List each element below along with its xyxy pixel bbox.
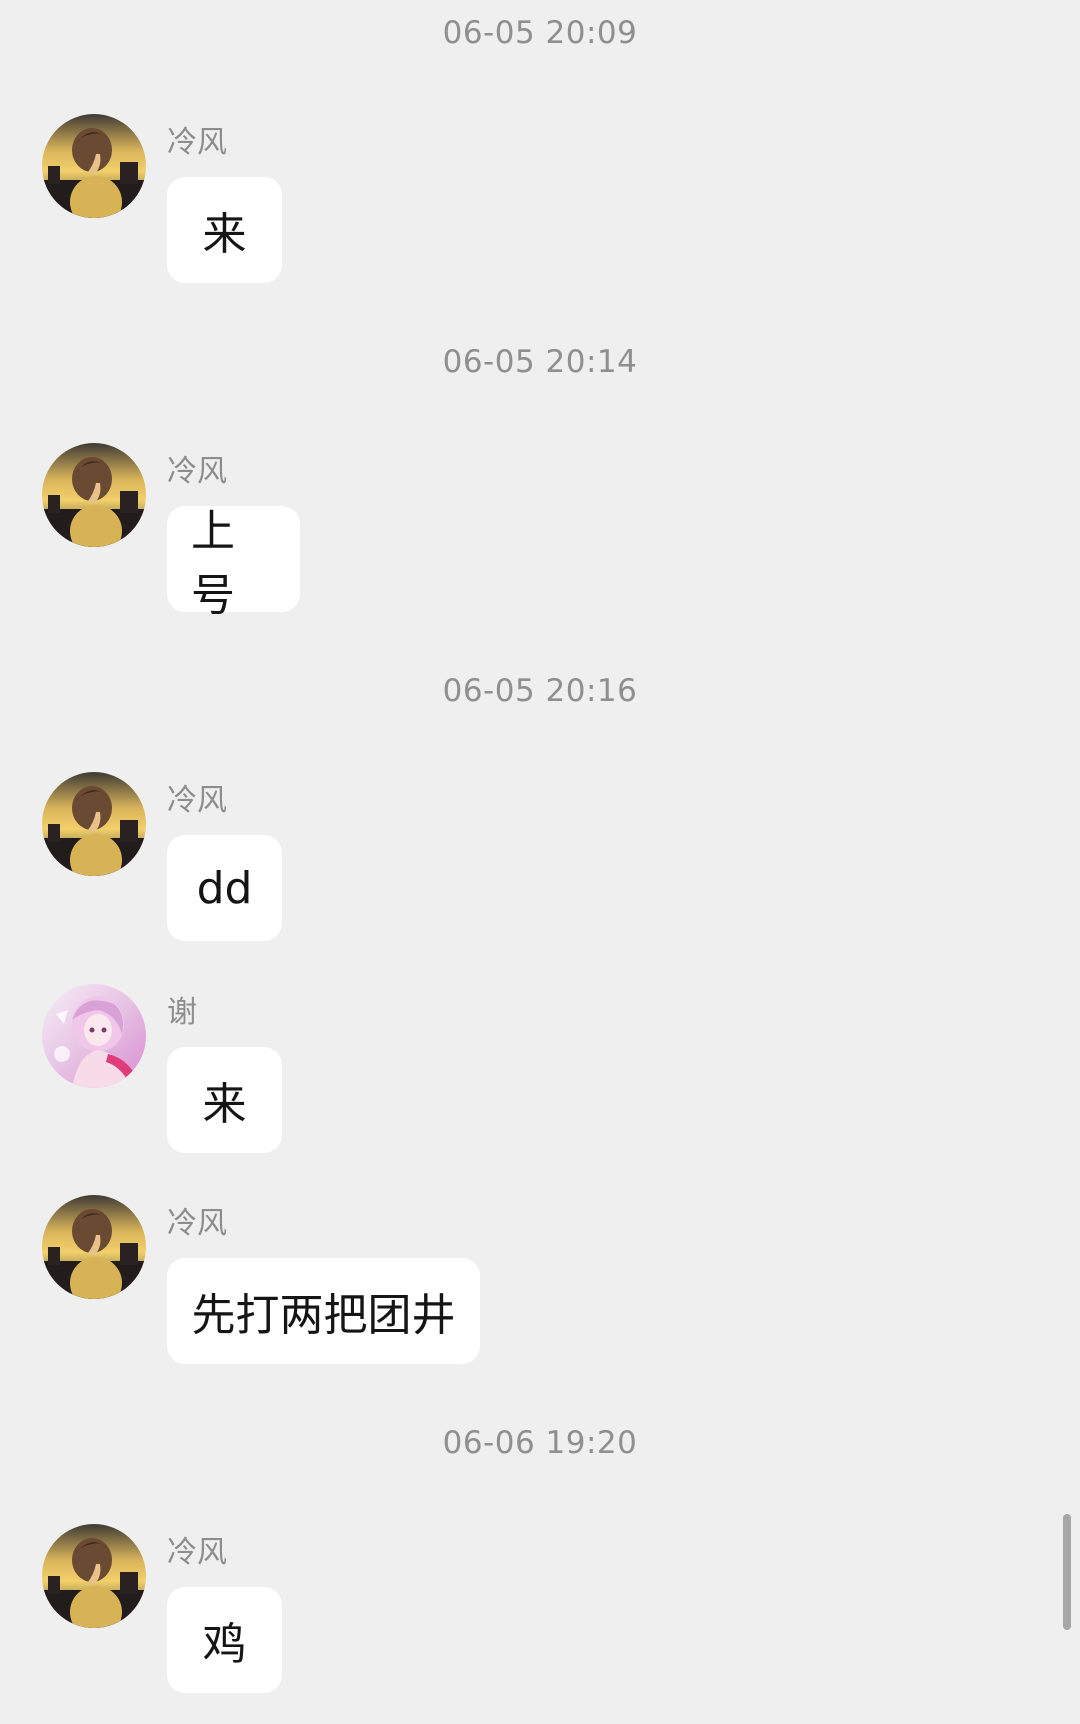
message-bubble[interactable]: 鸡	[167, 1587, 282, 1693]
sender-name: 冷风	[167, 125, 227, 160]
avatar[interactable]	[42, 443, 146, 547]
sender-name: 冷风	[167, 783, 227, 818]
sender-name: 冷风	[167, 454, 227, 489]
sunset-boy-avatar-icon	[42, 443, 146, 547]
avatar[interactable]	[42, 1195, 146, 1299]
anime-pink-avatar-icon	[42, 984, 146, 1088]
sender-name: 谢	[167, 995, 197, 1030]
message-bubble[interactable]: 上号	[167, 506, 300, 621]
avatar[interactable]	[42, 772, 146, 876]
timestamp: 06-05 20:16	[442, 673, 638, 709]
sunset-boy-avatar-icon	[42, 1524, 146, 1628]
timestamp: 06-05 20:09	[442, 15, 638, 51]
message-bubble[interactable]: 来	[167, 177, 282, 283]
sunset-boy-avatar-icon	[42, 772, 146, 876]
scrollbar[interactable]	[1063, 1514, 1071, 1630]
timestamp: 06-06 19:20	[442, 1425, 638, 1461]
message-bubble[interactable]: 来	[167, 1047, 282, 1153]
message-bubble[interactable]: 先打两把团井	[167, 1258, 480, 1364]
sunset-boy-avatar-icon	[42, 1195, 146, 1299]
timestamp: 06-05 20:14	[442, 344, 638, 380]
sunset-boy-avatar-icon	[42, 114, 146, 218]
sender-name: 冷风	[167, 1206, 227, 1241]
avatar[interactable]	[42, 1524, 146, 1628]
chat-message-list[interactable]: 06-05 20:09 冷风 来 06-05 20:14 冷风 上号 06-05…	[0, 0, 1080, 1724]
sender-name: 冷风	[167, 1535, 227, 1570]
avatar[interactable]	[42, 114, 146, 218]
message-bubble[interactable]: dd	[167, 835, 282, 941]
avatar[interactable]	[42, 984, 146, 1088]
